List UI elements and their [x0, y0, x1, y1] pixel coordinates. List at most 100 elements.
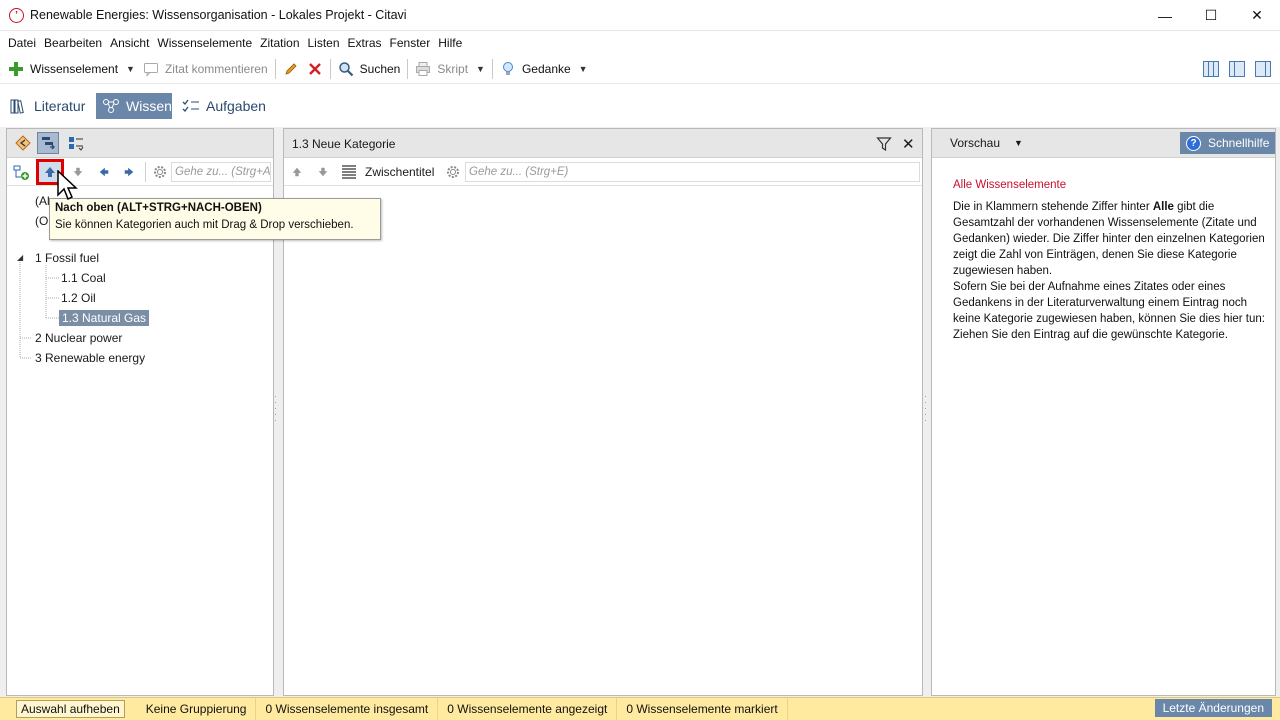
- menu-listen[interactable]: Listen: [304, 36, 344, 50]
- chevron-down-icon: ▼: [126, 64, 135, 74]
- tab-literatur[interactable]: Literatur: [4, 93, 91, 119]
- red-x-icon: [307, 61, 323, 77]
- delete-button[interactable]: [303, 57, 327, 81]
- menu-bar: Datei Bearbeiten Ansicht Wissenselemente…: [0, 33, 1280, 53]
- preview-panel-header: Vorschau ▼ ? Schnellhilfe: [932, 129, 1275, 158]
- knowledge-panel-header: 1.3 Neue Kategorie ✕: [284, 129, 922, 158]
- tree-item-natural-gas[interactable]: 1.3 Natural Gas: [59, 310, 150, 326]
- toolbar-separator: [145, 162, 146, 182]
- back-navigation-icon[interactable]: [12, 132, 34, 154]
- menu-zitation[interactable]: Zitation: [256, 36, 303, 50]
- tree-item-fossil-fuel[interactable]: 1 Fossil fuel: [35, 251, 99, 265]
- checklist-icon: [182, 97, 200, 115]
- close-panel-icon[interactable]: ✕: [902, 135, 915, 153]
- arrow-up-icon: [45, 167, 55, 177]
- tree-item-oil[interactable]: 1.2 Oil: [61, 291, 96, 305]
- knowledge-panel-title: 1.3 Neue Kategorie: [292, 137, 396, 151]
- toolbar-separator: [407, 59, 409, 79]
- tree-item-all[interactable]: (Al: [35, 194, 50, 208]
- category-view-icon[interactable]: [37, 132, 59, 154]
- knowledge-toolbar: Zwischentitel Gehe zu... (Strg+E): [284, 158, 922, 186]
- menu-hilfe[interactable]: Hilfe: [434, 36, 466, 50]
- tree-item-coal[interactable]: 1.1 Coal: [61, 271, 106, 285]
- help-paragraph-1: Die in Klammern stehende Ziffer hinter A…: [953, 199, 1268, 279]
- arrow-right-icon: [124, 167, 134, 177]
- layout-single-pane-icon[interactable]: [1255, 61, 1271, 77]
- status-insgesamt: 0 Wissenselemente insgesamt: [256, 697, 439, 720]
- edit-button[interactable]: [279, 57, 303, 81]
- splitter-grip[interactable]: · · · · ·: [274, 393, 278, 430]
- window-title: Renewable Energies: Wissensorganisation …: [30, 8, 407, 22]
- status-markiert: 0 Wissenselemente markiert: [617, 697, 788, 720]
- status-angezeigt: 0 Wissenselemente angezeigt: [438, 697, 618, 720]
- plus-icon: [8, 61, 24, 77]
- menu-bearbeiten[interactable]: Bearbeiten: [40, 36, 106, 50]
- suchen-button[interactable]: Suchen: [334, 57, 405, 81]
- move-left-button[interactable]: [93, 161, 115, 183]
- tree-item-nuclear-power[interactable]: 2 Nuclear power: [35, 331, 122, 345]
- category-goto-input[interactable]: Gehe zu... (Strg+A: [171, 162, 271, 182]
- skript-label: Skript: [437, 62, 469, 76]
- vorschau-label: Vorschau: [950, 136, 1001, 150]
- tab-aufgaben[interactable]: Aufgaben: [176, 93, 272, 119]
- menu-ansicht[interactable]: Ansicht: [106, 36, 153, 50]
- category-panel-header: [7, 129, 273, 158]
- layout-two-panes-icon[interactable]: [1229, 61, 1245, 77]
- category-toolbar: Gehe zu... (Strg+A: [7, 158, 273, 186]
- zitat-kommentieren-label: Zitat kommentieren: [164, 62, 268, 76]
- mode-bar: Literatur Wissen Aufgaben: [0, 83, 1280, 127]
- tree-item-renewable-energy[interactable]: 3 Renewable energy: [35, 351, 145, 365]
- comment-icon: [143, 61, 159, 77]
- structure-view-icon[interactable]: [65, 132, 87, 154]
- tooltip: Nach oben (ALT+STRG+NACH-OBEN) Sie könne…: [49, 198, 381, 240]
- menu-fenster[interactable]: Fenster: [386, 36, 435, 50]
- tab-literatur-label: Literatur: [34, 98, 86, 114]
- move-down-icon[interactable]: [312, 161, 334, 183]
- suchen-label: Suchen: [359, 62, 401, 76]
- tab-wissen-label: Wissen: [126, 98, 172, 114]
- gear-icon[interactable]: [149, 161, 171, 183]
- schnellhilfe-button[interactable]: ? Schnellhilfe: [1180, 132, 1275, 154]
- move-right-button[interactable]: [118, 161, 140, 183]
- move-up-icon[interactable]: [286, 161, 308, 183]
- toolbar-separator: [329, 59, 331, 79]
- splitter-grip[interactable]: · · · · ·: [924, 393, 928, 430]
- printer-icon: [415, 61, 431, 77]
- menu-datei[interactable]: Datei: [4, 36, 40, 50]
- wissenselement-label: Wissenselement: [30, 62, 119, 76]
- schnellhilfe-label: Schnellhilfe: [1208, 136, 1270, 150]
- knowledge-nodes-icon: [102, 97, 120, 115]
- gedanke-button[interactable]: Gedanke ▼: [496, 57, 592, 81]
- toolbar-separator: [274, 59, 276, 79]
- help-paragraph-2: Sofern Sie bei der Aufnahme eines Zitate…: [953, 281, 1265, 341]
- skript-button[interactable]: Skript ▼: [411, 57, 489, 81]
- new-wissenselement-button[interactable]: Wissenselement ▼: [4, 57, 139, 81]
- minimize-button[interactable]: —: [1142, 0, 1188, 31]
- pencil-icon: [283, 61, 299, 77]
- preview-panel: Vorschau ▼ ? Schnellhilfe Alle Wissensel…: [931, 128, 1276, 696]
- add-category-icon[interactable]: [10, 161, 32, 183]
- menu-extras[interactable]: Extras: [344, 36, 386, 50]
- close-button[interactable]: ✕: [1234, 0, 1280, 31]
- expanded-triangle-icon[interactable]: ◢: [17, 253, 23, 262]
- status-gruppierung[interactable]: Keine Gruppierung: [137, 697, 257, 720]
- help-text: Die in Klammern stehende Ziffer hinter: [953, 201, 1153, 213]
- gear-icon[interactable]: [442, 161, 464, 183]
- maximize-button[interactable]: ☐: [1188, 0, 1234, 31]
- auswahl-aufheben-button[interactable]: Auswahl aufheben: [16, 700, 125, 718]
- layout-three-panes-icon[interactable]: [1203, 61, 1219, 77]
- magnifier-icon: [338, 61, 354, 77]
- menu-wissenselemente[interactable]: Wissenselemente: [153, 36, 256, 50]
- chevron-down-icon: ▼: [1014, 138, 1023, 148]
- title-bar: ’ Renewable Energies: Wissensorganisatio…: [0, 0, 1280, 31]
- zwischentitel-button[interactable]: Zwischentitel: [365, 165, 434, 179]
- chevron-down-icon: ▼: [476, 64, 485, 74]
- mouse-pointer-icon: [57, 169, 79, 207]
- zitat-kommentieren-button[interactable]: Zitat kommentieren: [139, 57, 272, 81]
- knowledge-goto-input[interactable]: Gehe zu... (Strg+E): [465, 162, 920, 182]
- tab-wissen[interactable]: Wissen: [96, 93, 172, 119]
- letzte-aenderungen-button[interactable]: Letzte Änderungen: [1154, 699, 1272, 717]
- vorschau-dropdown[interactable]: Vorschau ▼: [950, 136, 1023, 150]
- filter-icon[interactable]: [876, 136, 892, 155]
- tooltip-title: Nach oben (ALT+STRG+NACH-OBEN): [55, 202, 262, 214]
